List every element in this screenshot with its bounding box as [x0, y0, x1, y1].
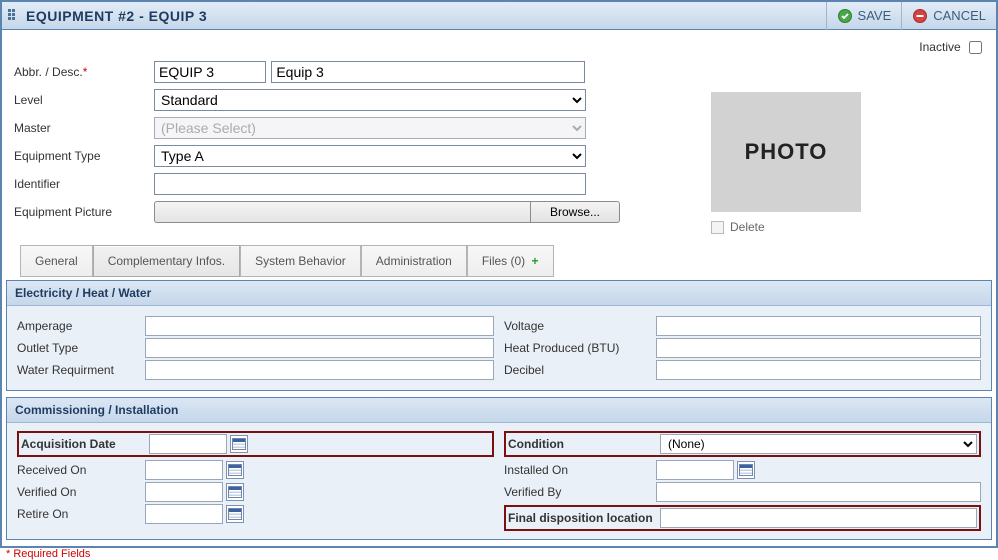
photo-delete-row: Delete: [711, 220, 861, 234]
verified-by-input[interactable]: [656, 482, 981, 502]
tab-general[interactable]: General: [20, 245, 93, 277]
retire-on-label: Retire On: [17, 507, 145, 521]
heat-btu-input[interactable]: [656, 338, 981, 358]
condition-select[interactable]: (None): [660, 434, 977, 454]
required-fields-note: * Required Fields: [2, 546, 996, 560]
desc-input[interactable]: [271, 61, 585, 83]
master-select: (Please Select): [154, 117, 586, 139]
titlebar: EQUIPMENT #2 - EQUIP 3 SAVE CANCEL: [2, 2, 996, 30]
condition-label: Condition: [508, 437, 660, 451]
acquisition-date-row: Acquisition Date: [17, 431, 494, 457]
calendar-icon[interactable]: [226, 483, 244, 501]
window-title: EQUIPMENT #2 - EQUIP 3: [26, 8, 207, 24]
delete-label: Delete: [730, 220, 765, 234]
panel-commissioning-installation: Commissioning / Installation Acquisition…: [6, 397, 992, 540]
received-on-input[interactable]: [145, 460, 223, 480]
delete-checkbox[interactable]: [711, 221, 724, 234]
final-disposition-row: Final disposition location: [504, 505, 981, 531]
equipment-dialog: EQUIPMENT #2 - EQUIP 3 SAVE CANCEL Inact…: [0, 0, 998, 548]
water-requirment-input[interactable]: [145, 360, 494, 380]
decibel-label: Decibel: [504, 363, 656, 377]
cancel-label: CANCEL: [933, 8, 986, 23]
check-circle-icon: [837, 8, 853, 24]
identifier-input[interactable]: [154, 173, 586, 195]
amperage-input[interactable]: [145, 316, 494, 336]
form-body: PHOTO Delete Abbr. / Desc.* Level: [2, 30, 996, 280]
condition-row: Condition (None): [504, 431, 981, 457]
verified-on-input[interactable]: [145, 482, 223, 502]
voltage-input[interactable]: [656, 316, 981, 336]
calendar-icon[interactable]: [230, 435, 248, 453]
equipment-type-label: Equipment Type: [14, 142, 154, 170]
verified-on-label: Verified On: [17, 485, 145, 499]
calendar-icon[interactable]: [737, 461, 755, 479]
main-form: Abbr. / Desc.* Level Standard Master: [14, 58, 804, 226]
tab-strip: General Complementary Infos. System Beha…: [14, 244, 984, 276]
cancel-button[interactable]: CANCEL: [901, 2, 996, 30]
retire-on-input[interactable]: [145, 504, 223, 524]
water-requirment-label: Water Requirment: [17, 363, 145, 377]
tab-administration[interactable]: Administration: [361, 245, 467, 277]
grip-icon: [8, 9, 20, 23]
level-label: Level: [14, 86, 154, 114]
master-label: Master: [14, 114, 154, 142]
save-label: SAVE: [858, 8, 892, 23]
tab-complementary[interactable]: Complementary Infos.: [93, 245, 240, 277]
cancel-circle-icon: [912, 8, 928, 24]
acquisition-date-input[interactable]: [149, 434, 227, 454]
equipment-type-select[interactable]: Type A: [154, 145, 586, 167]
outlet-type-input[interactable]: [145, 338, 494, 358]
heat-btu-label: Heat Produced (BTU): [504, 341, 656, 355]
tab-content: Electricity / Heat / Water Amperage Outl…: [2, 280, 996, 540]
plus-icon: +: [532, 254, 539, 268]
level-select[interactable]: Standard: [154, 89, 586, 111]
photo-block: PHOTO Delete: [711, 92, 861, 234]
calendar-icon[interactable]: [226, 461, 244, 479]
photo-placeholder: PHOTO: [711, 92, 861, 212]
panel-ehw-header: Electricity / Heat / Water: [7, 281, 991, 306]
received-on-label: Received On: [17, 463, 145, 477]
abbr-desc-label: Abbr. / Desc.*: [14, 58, 154, 86]
identifier-label: Identifier: [14, 170, 154, 198]
decibel-input[interactable]: [656, 360, 981, 380]
voltage-label: Voltage: [504, 319, 656, 333]
tab-files[interactable]: Files (0) +: [467, 245, 554, 277]
outlet-type-label: Outlet Type: [17, 341, 145, 355]
panel-electricity-heat-water: Electricity / Heat / Water Amperage Outl…: [6, 280, 992, 391]
installed-on-input[interactable]: [656, 460, 734, 480]
installed-on-label: Installed On: [504, 463, 656, 477]
abbr-input[interactable]: [154, 61, 266, 83]
acquisition-date-label: Acquisition Date: [21, 437, 149, 451]
amperage-label: Amperage: [17, 319, 145, 333]
tab-system-behavior[interactable]: System Behavior: [240, 245, 361, 277]
calendar-icon[interactable]: [226, 505, 244, 523]
final-disposition-label: Final disposition location: [508, 511, 660, 525]
final-disposition-input[interactable]: [660, 508, 977, 528]
equipment-picture-label: Equipment Picture: [14, 198, 154, 226]
panel-ci-header: Commissioning / Installation: [7, 398, 991, 423]
tab-files-label: Files (0): [482, 254, 525, 268]
browse-button[interactable]: Browse...: [530, 201, 620, 223]
picture-path: [154, 201, 530, 223]
save-button[interactable]: SAVE: [826, 2, 902, 30]
verified-by-label: Verified By: [504, 485, 656, 499]
